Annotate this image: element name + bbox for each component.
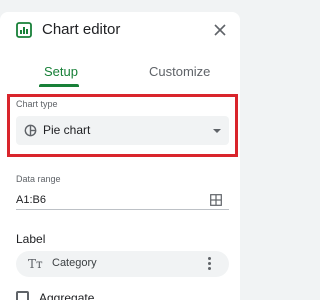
grid-icon[interactable] [210, 194, 222, 206]
tab-setup[interactable]: Setup [44, 64, 78, 79]
aggregate-checkbox[interactable] [16, 291, 29, 300]
chart-editor-panel: Chart editor Setup Customize Chart type … [0, 12, 240, 300]
tab-bar: Setup Customize [0, 58, 240, 88]
data-range-input[interactable]: A1:B6 [16, 194, 46, 206]
close-icon[interactable] [213, 23, 227, 37]
label-chip[interactable]: Tт Category [16, 251, 229, 277]
dropdown-caret-icon [213, 129, 221, 133]
aggregate-label: Aggregate [39, 291, 95, 300]
more-vert-icon[interactable] [208, 257, 212, 271]
chart-type-select[interactable]: Pie chart [16, 116, 229, 145]
text-type-icon: Tт [28, 257, 43, 271]
panel-title: Chart editor [42, 21, 121, 38]
label-section-heading: Label [16, 232, 46, 246]
data-range-underline [16, 209, 229, 210]
panel-header: Chart editor [0, 12, 240, 48]
active-tab-indicator [39, 84, 79, 87]
label-chip-value: Category [52, 257, 97, 269]
pie-chart-icon [24, 124, 37, 137]
chart-type-label: Chart type [16, 99, 58, 109]
chart-icon [16, 22, 32, 38]
chart-type-value: Pie chart [43, 123, 91, 137]
tab-customize[interactable]: Customize [149, 64, 210, 79]
data-range-label: Data range [16, 174, 61, 184]
